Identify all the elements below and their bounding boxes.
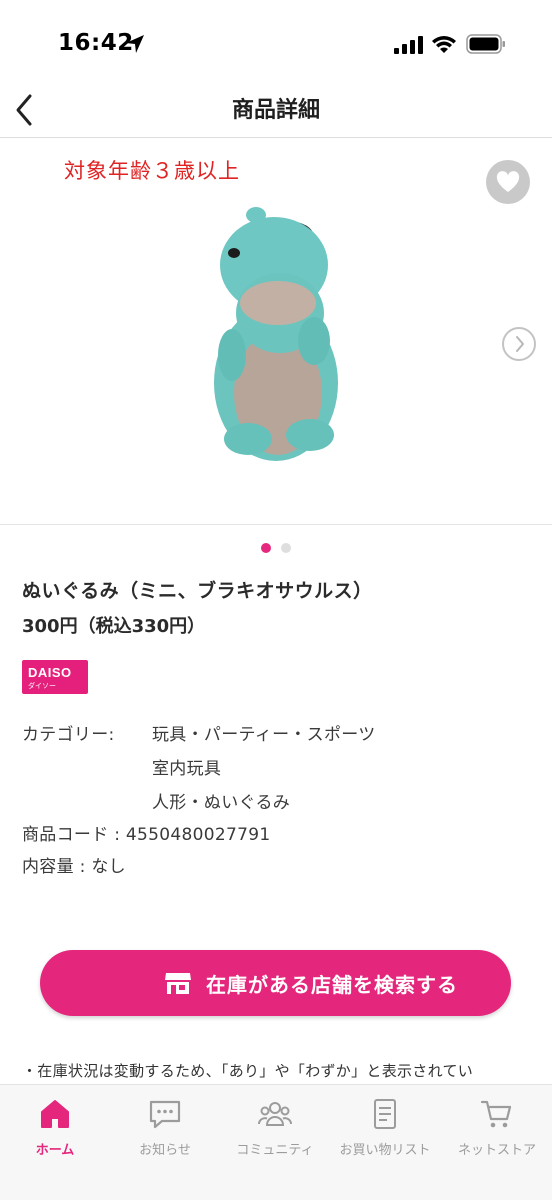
cart-icon [480,1100,512,1128]
product-detail-screen: 16:42 商品詳細 対象年齢３歳以上 ぬいぐるみ（ミニ、ブラキオサウルス） 3… [0,0,552,1200]
favorite-button[interactable] [486,160,530,204]
page-dot-active[interactable] [261,543,271,553]
next-image-button[interactable] [502,327,536,361]
product-name: ぬいぐるみ（ミニ、ブラキオサウルス） [22,580,373,602]
tab-net-store[interactable]: ネットストア [442,1095,552,1159]
category-label: カテゴリー: [22,725,115,745]
product-price: 300円（税込330円） [22,616,206,637]
search-store-button[interactable]: 在庫がある店舗を検索する [40,950,511,1016]
tab-community[interactable]: コミュニティ [220,1095,330,1159]
tab-label: ネットストア [457,1143,536,1158]
status-time: 16:42 [58,30,134,56]
brand-logo-text: DAISO [28,665,72,680]
category-value[interactable]: 玩具・パーティー・スポーツ [152,720,376,745]
page-dot[interactable] [281,543,291,553]
tab-label: お買い物リスト [339,1143,431,1158]
heart-icon [496,171,520,192]
document-list-icon [374,1099,396,1129]
product-code: 商品コード : 4550480027791 [22,825,271,845]
product-volume: 内容量 : なし [22,857,126,877]
tab-label: コミュニティ [236,1143,314,1158]
age-label: 対象年齢３歳以上 [64,159,240,183]
product-image-gallery[interactable]: 対象年齢３歳以上 [0,139,552,525]
store-icon [165,973,191,994]
tab-shopping-list[interactable]: お買い物リスト [330,1095,440,1159]
status-bar: 16:42 [0,0,552,88]
bottom-tab-bar: ホーム お知らせ コミュニティ お買い物リスト ネットストア [0,1084,552,1200]
category-value[interactable]: 室内玩具 [152,754,221,779]
wifi-icon [432,36,456,53]
tab-home[interactable]: ホーム [0,1095,110,1159]
nav-header: 商品詳細 [0,88,552,138]
people-icon [258,1102,292,1126]
tab-news[interactable]: お知らせ [110,1095,220,1159]
location-arrow-icon [126,35,144,53]
gallery-page-indicator [0,538,552,553]
page-title: 商品詳細 [231,98,320,123]
category-value[interactable]: 人形・ぬいぐるみ [152,788,290,813]
tab-label: ホーム [35,1143,75,1158]
search-store-label: 在庫がある店舗を検索する [206,973,458,997]
battery-icon [466,34,505,54]
tab-label: お知らせ [139,1143,191,1158]
product-photo [214,207,338,461]
brand-logo: DAISO ダイソー [22,660,88,694]
brand-logo-subtext: ダイソー [28,682,56,690]
chat-bubble-icon [149,1100,181,1129]
stock-note: ・在庫状況は変動するため、「あり」や「わずか」と表示されてい [22,1062,474,1080]
cellular-signal-icon [394,36,423,54]
home-icon [41,1100,69,1128]
chevron-right-icon [516,336,524,352]
